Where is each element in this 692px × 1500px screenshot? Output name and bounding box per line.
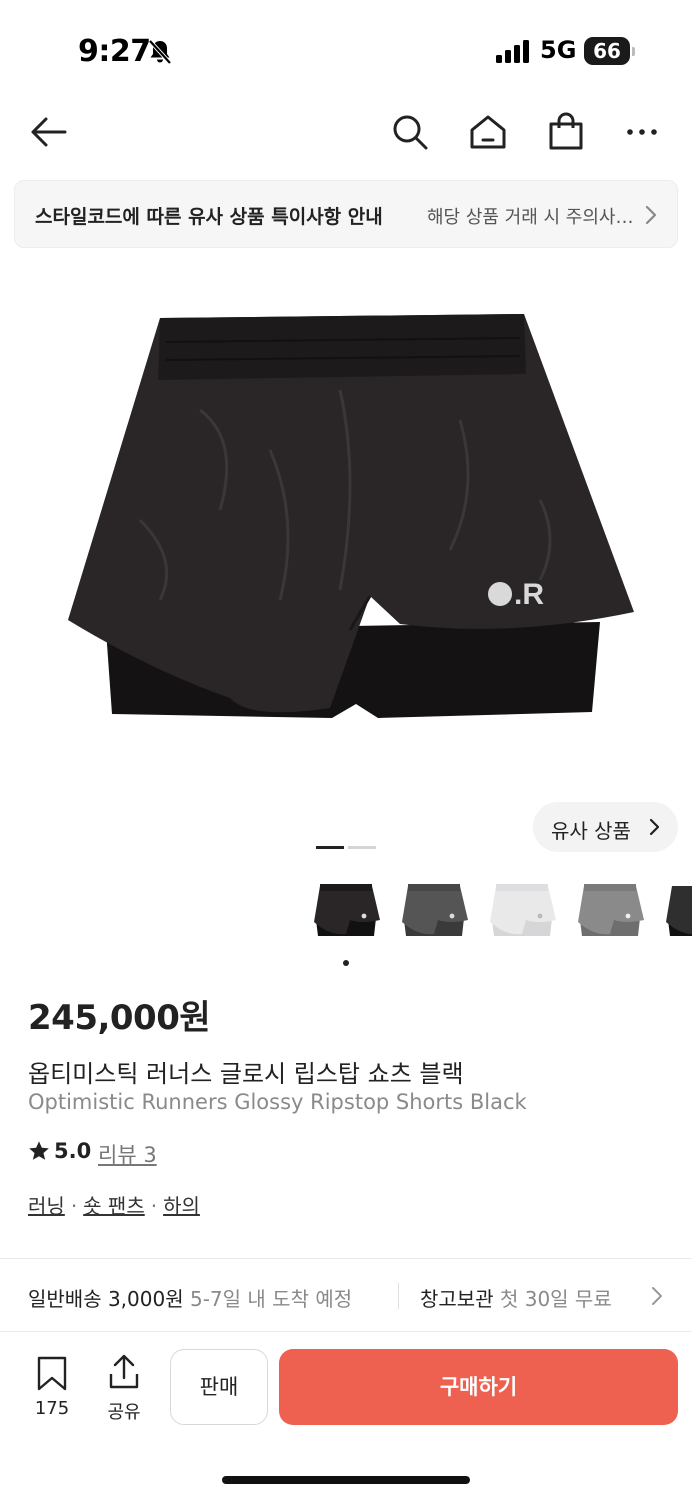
notice-banner[interactable]: 스타일코드에 따른 유사 상품 특이사항 안내 해당 상품 거래 시 주의사항을… xyxy=(14,180,678,248)
thumbnail-selected-dot xyxy=(343,960,349,966)
search-icon[interactable] xyxy=(390,112,430,152)
product-price: 245,000원 xyxy=(28,998,211,1038)
product-name-en: Optimistic Runners Glossy Ripstop Shorts… xyxy=(28,1090,527,1114)
thumbnail-black[interactable] xyxy=(310,880,382,944)
carousel-active-bar xyxy=(316,846,344,849)
more-icon[interactable] xyxy=(622,112,662,152)
shipping-row[interactable]: 일반배송 3,000원 5-7일 내 도착 예정 창고보관 첫 30일 무료 xyxy=(0,1259,692,1331)
top-nav xyxy=(0,100,692,166)
wishlist-count: 175 xyxy=(34,1398,70,1419)
buy-button[interactable]: 구매하기 xyxy=(279,1349,678,1425)
thumbnail-charcoal[interactable] xyxy=(398,880,470,944)
product-name-ko: 옵티미스틱 러너스 글로시 립스탑 쇼츠 블랙 xyxy=(28,1060,464,1088)
status-bar: 9:27 5G 66 xyxy=(0,0,692,100)
storage-note: 첫 30일 무료 xyxy=(499,1287,612,1311)
home-indicator[interactable] xyxy=(222,1476,470,1484)
thumbnail-white[interactable] xyxy=(486,880,558,944)
carousel-rest-bar xyxy=(348,846,376,849)
sell-button[interactable]: 판매 xyxy=(170,1349,268,1425)
star-icon xyxy=(29,1141,49,1160)
category-link-running[interactable]: 러닝 xyxy=(28,1194,65,1218)
chevron-right-icon xyxy=(652,1287,662,1305)
wishlist-button[interactable]: 175 xyxy=(22,1354,82,1424)
category-separator: · xyxy=(70,1194,78,1218)
back-arrow-icon[interactable] xyxy=(28,112,68,152)
notice-title: 스타일코드에 따른 유사 상품 특이사항 안내 xyxy=(35,206,383,228)
logo-text: .R xyxy=(514,578,544,611)
share-icon xyxy=(109,1354,139,1389)
thumbnail-gray[interactable] xyxy=(574,880,646,944)
color-thumbnails xyxy=(0,880,692,950)
share-button[interactable]: 공유 xyxy=(96,1354,152,1424)
chevron-right-icon xyxy=(649,818,660,836)
bell-slash-icon xyxy=(148,39,172,65)
similar-products-label: 유사 상품 xyxy=(551,819,631,843)
signal-icon xyxy=(496,40,529,63)
storage-label: 창고보관 첫 30일 무료 xyxy=(420,1283,612,1312)
bookmark-icon xyxy=(37,1356,67,1391)
shipping-divider xyxy=(398,1283,399,1309)
home-icon[interactable] xyxy=(468,112,508,152)
thumbnail-partial[interactable] xyxy=(662,880,692,944)
shipping-price: 일반배송 3,000원 xyxy=(28,1287,184,1311)
storage-title: 창고보관 xyxy=(420,1287,494,1311)
network-label: 5G xyxy=(540,36,577,64)
shipping-label: 일반배송 3,000원 5-7일 내 도착 예정 xyxy=(28,1283,352,1312)
category-link-bottoms[interactable]: 하의 xyxy=(163,1194,200,1218)
shipping-eta: 5-7일 내 도착 예정 xyxy=(189,1287,353,1311)
category-breadcrumb: 러닝 · 숏 팬츠 · 하의 xyxy=(28,1190,200,1219)
chevron-right-icon xyxy=(645,205,657,225)
share-label: 공유 xyxy=(107,1402,141,1423)
product-image[interactable]: .R xyxy=(40,300,652,740)
divider xyxy=(0,1331,692,1332)
status-time: 9:27 xyxy=(78,34,151,69)
review-link[interactable]: 리뷰 3 xyxy=(98,1139,157,1169)
category-link-shorts[interactable]: 숏 팬츠 xyxy=(83,1194,145,1218)
notice-description: 해당 상품 거래 시 주의사항을 확인해주세요 xyxy=(427,207,647,228)
carousel-indicator xyxy=(316,846,376,849)
similar-products-button[interactable]: 유사 상품 xyxy=(533,802,678,852)
category-separator: · xyxy=(150,1194,158,1218)
shopping-bag-icon[interactable] xyxy=(546,112,586,152)
rating-value: 5.0 xyxy=(54,1139,92,1163)
battery-indicator: 66 xyxy=(584,37,635,65)
